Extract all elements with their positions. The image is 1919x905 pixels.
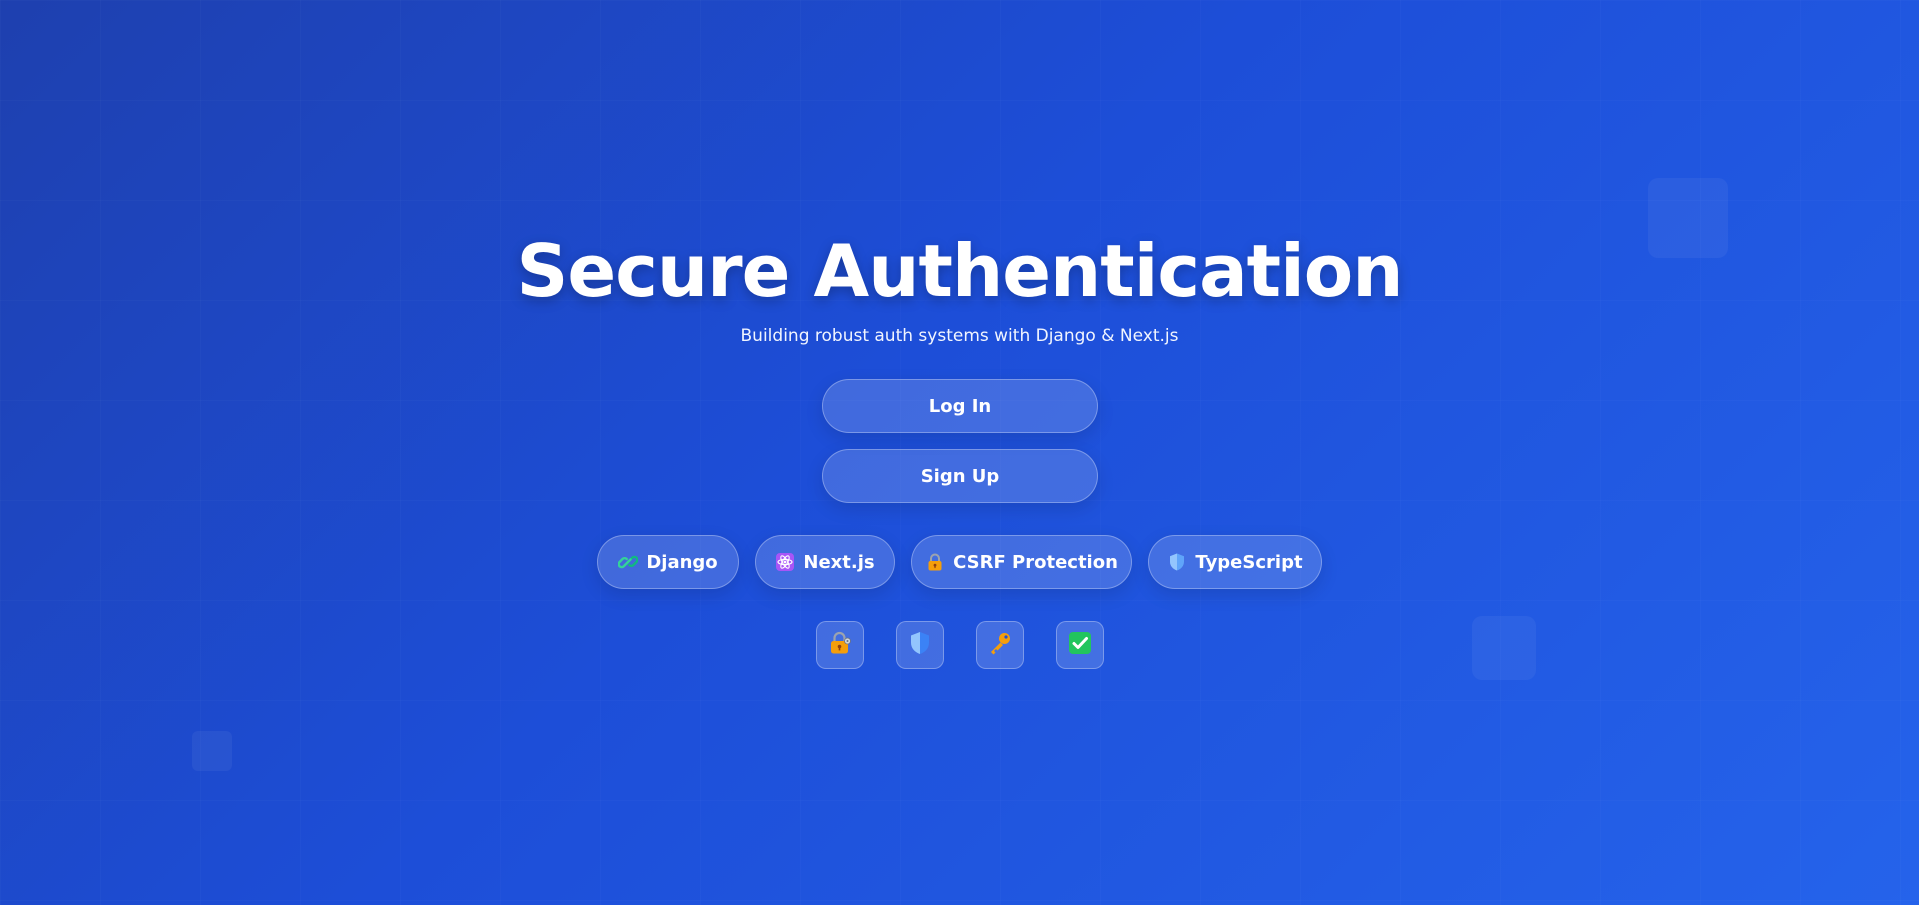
hero-section: Secure Authentication Building robust au… xyxy=(0,0,1919,905)
shield-icon xyxy=(907,630,933,660)
feature-tile-key xyxy=(976,621,1024,669)
feature-tile-lock xyxy=(816,621,864,669)
tech-badge-label: Next.js xyxy=(803,551,875,573)
login-button[interactable]: Log In xyxy=(822,379,1098,433)
django-link-icon xyxy=(618,552,639,572)
shield-icon xyxy=(1167,552,1187,572)
tech-badge-typescript: TypeScript xyxy=(1148,535,1322,589)
check-mark-icon xyxy=(1067,630,1093,660)
atom-icon xyxy=(775,552,795,572)
lock-with-key-icon xyxy=(827,630,853,660)
tech-badge-csrf: CSRF Protection xyxy=(911,535,1132,589)
tech-badge-label: CSRF Protection xyxy=(953,551,1118,573)
feature-tile-shield xyxy=(896,621,944,669)
tech-badge-label: TypeScript xyxy=(1195,551,1303,573)
tech-badge-nextjs: Next.js xyxy=(755,535,895,589)
page-subtitle: Building robust auth systems with Django… xyxy=(740,326,1179,346)
tech-badge-django: Django xyxy=(597,535,739,589)
signup-button[interactable]: Sign Up xyxy=(822,449,1098,503)
feature-tile-check xyxy=(1056,621,1104,669)
key-icon xyxy=(987,630,1013,660)
page-title: Secure Authentication xyxy=(516,229,1404,313)
tech-badge-label: Django xyxy=(646,551,718,573)
lock-icon xyxy=(925,552,945,572)
